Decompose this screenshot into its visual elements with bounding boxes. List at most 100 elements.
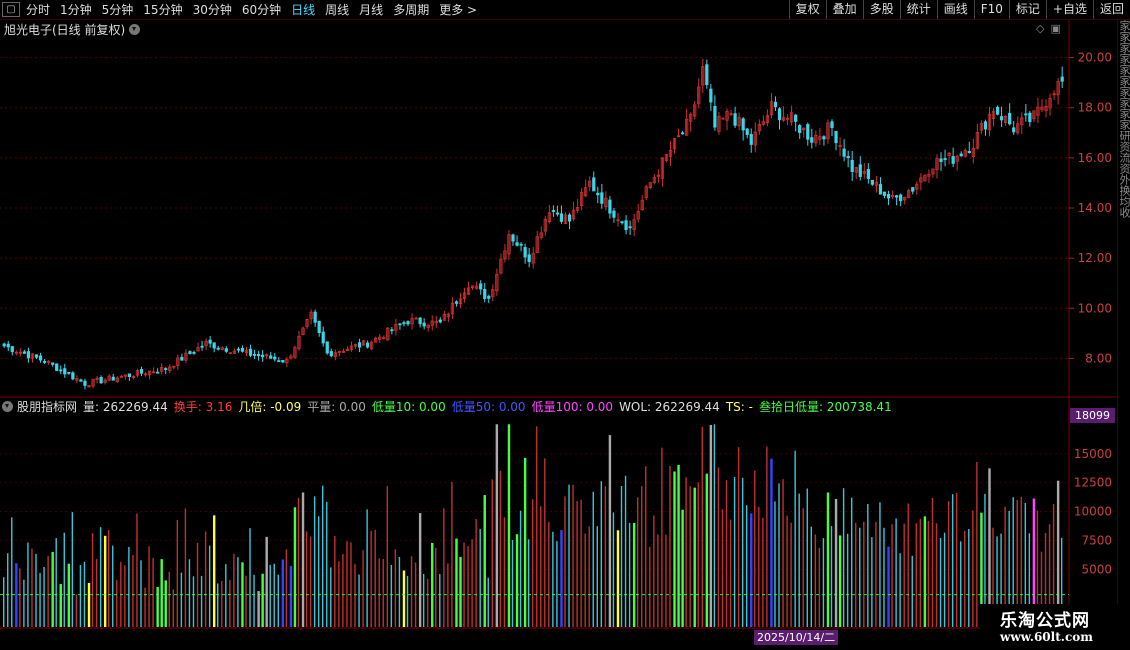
indicator-value-4: 低量10: 0.00 bbox=[371, 400, 446, 414]
volume-bar bbox=[935, 523, 938, 627]
volume-bar bbox=[277, 574, 279, 627]
volume-bar bbox=[802, 508, 804, 627]
period-tab-0[interactable]: 分时 bbox=[26, 1, 50, 18]
volume-bar bbox=[257, 591, 260, 627]
toolbar-button-7[interactable]: +自选 bbox=[1045, 0, 1093, 19]
toolbar-button-0[interactable]: 复权 bbox=[788, 0, 826, 19]
volume-bar bbox=[192, 576, 195, 627]
volume-bar bbox=[128, 546, 130, 627]
volume-bar bbox=[483, 495, 486, 627]
toolbar-button-8[interactable]: 返回 bbox=[1092, 0, 1130, 19]
toolbar-button-2[interactable]: 多股 bbox=[862, 0, 900, 19]
volume-bar bbox=[225, 564, 227, 627]
volume-bar bbox=[576, 501, 578, 627]
volume-bar bbox=[612, 512, 615, 627]
volume-bar bbox=[568, 484, 570, 627]
volume-bar bbox=[426, 578, 429, 627]
volume-bar bbox=[931, 498, 934, 627]
candle-body bbox=[967, 150, 971, 154]
back-arrow-icon[interactable]: ▢ bbox=[2, 2, 20, 17]
volume-bar bbox=[249, 528, 251, 627]
volume-bar bbox=[23, 579, 25, 627]
volume-bar bbox=[233, 553, 235, 627]
volume-bar bbox=[713, 424, 716, 627]
toolbar-button-5[interactable]: F10 bbox=[973, 0, 1009, 19]
candle-body bbox=[612, 210, 616, 218]
period-tab-9[interactable]: 多周期 bbox=[393, 1, 429, 18]
volume-bar bbox=[717, 467, 720, 627]
period-tab-7[interactable]: 周线 bbox=[325, 1, 349, 18]
candle-body bbox=[79, 379, 83, 382]
indicator-menu-icon[interactable] bbox=[2, 401, 13, 412]
volume-bar bbox=[661, 447, 663, 627]
volume-bar bbox=[31, 548, 33, 627]
period-tab-8[interactable]: 月线 bbox=[359, 1, 383, 18]
volume-bar bbox=[790, 522, 792, 627]
volume-bar bbox=[645, 466, 647, 627]
volume-bar bbox=[762, 517, 764, 627]
candle-body bbox=[10, 346, 14, 353]
volume-bar bbox=[689, 486, 691, 627]
diamond-icon[interactable]: ◇ bbox=[1036, 22, 1044, 35]
period-tab-10[interactable]: 更多 > bbox=[439, 1, 477, 18]
volume-bar bbox=[313, 496, 316, 627]
candle-body bbox=[523, 247, 527, 258]
candle-body bbox=[741, 118, 745, 131]
volume-bar bbox=[237, 557, 239, 627]
volume-bar bbox=[204, 531, 207, 627]
volume-bar bbox=[943, 532, 946, 627]
volume-bar bbox=[523, 457, 527, 627]
volume-bar bbox=[907, 503, 909, 627]
volume-bar bbox=[188, 559, 191, 627]
period-tab-2[interactable]: 5分钟 bbox=[102, 1, 134, 18]
volume-bar bbox=[564, 496, 566, 627]
period-tab-6[interactable]: 日线 bbox=[291, 1, 315, 18]
candle-body bbox=[858, 164, 862, 177]
volume-bar bbox=[443, 508, 445, 627]
chevron-down-circle-icon[interactable] bbox=[129, 24, 141, 35]
volume-bar bbox=[354, 563, 356, 627]
toolbar-button-1[interactable]: 叠加 bbox=[825, 0, 863, 19]
volume-bar bbox=[616, 530, 620, 627]
period-tab-5[interactable]: 60分钟 bbox=[242, 1, 281, 18]
indicator-value-2: 几倍: -0.09 bbox=[238, 400, 302, 414]
volume-bar bbox=[160, 559, 163, 627]
period-tab-1[interactable]: 1分钟 bbox=[60, 1, 92, 18]
volume-bar bbox=[176, 520, 179, 627]
volume-bar bbox=[301, 492, 305, 627]
candle-body bbox=[559, 213, 564, 222]
period-tab-4[interactable]: 30分钟 bbox=[193, 1, 232, 18]
candle-body bbox=[567, 214, 572, 222]
volume-bar bbox=[499, 470, 502, 627]
volume-bar bbox=[217, 583, 219, 627]
stock-title[interactable]: 旭光电子(日线 前复权) bbox=[4, 21, 141, 38]
candle-body bbox=[180, 356, 184, 361]
candle-body bbox=[67, 371, 71, 374]
window-icon[interactable]: ▣ bbox=[1050, 22, 1060, 35]
volume-bar bbox=[741, 477, 744, 627]
toolbar-button-4[interactable]: 画线 bbox=[936, 0, 974, 19]
price-tick-label: 20.00 bbox=[1078, 51, 1112, 65]
volume-bar bbox=[846, 533, 849, 627]
candle-body bbox=[620, 221, 624, 224]
kline-chart[interactable]: 20.00 18.00 16.00 14.00 12.00 10.00 8.00 15000 1… bbox=[0, 20, 1117, 630]
candle-body bbox=[886, 194, 891, 199]
candle-body bbox=[188, 351, 192, 354]
volume-bar bbox=[976, 461, 978, 627]
side-info-strip[interactable]: 家家家家家家家家家家研资流资外换均收 bbox=[1117, 20, 1130, 645]
volume-bar bbox=[745, 505, 748, 627]
toolbar-button-6[interactable]: 标记 bbox=[1008, 0, 1046, 19]
volume-bar bbox=[439, 574, 441, 627]
indicator-name[interactable]: 股朋指标网 bbox=[17, 398, 77, 415]
price-tick-label: 10.00 bbox=[1078, 301, 1112, 315]
toolbar-button-3[interactable]: 统计 bbox=[899, 0, 937, 19]
volume-bar bbox=[406, 575, 409, 627]
candle-body bbox=[390, 329, 394, 332]
candle-body bbox=[555, 212, 560, 215]
period-tab-3[interactable]: 15分钟 bbox=[143, 1, 182, 18]
candle-body bbox=[511, 234, 515, 242]
indicator-value-0: 量: 262269.44 bbox=[83, 400, 168, 414]
volume-bar bbox=[883, 527, 885, 627]
indicator-value-3: 平量: 0.00 bbox=[307, 400, 366, 414]
volume-bar bbox=[834, 498, 838, 627]
